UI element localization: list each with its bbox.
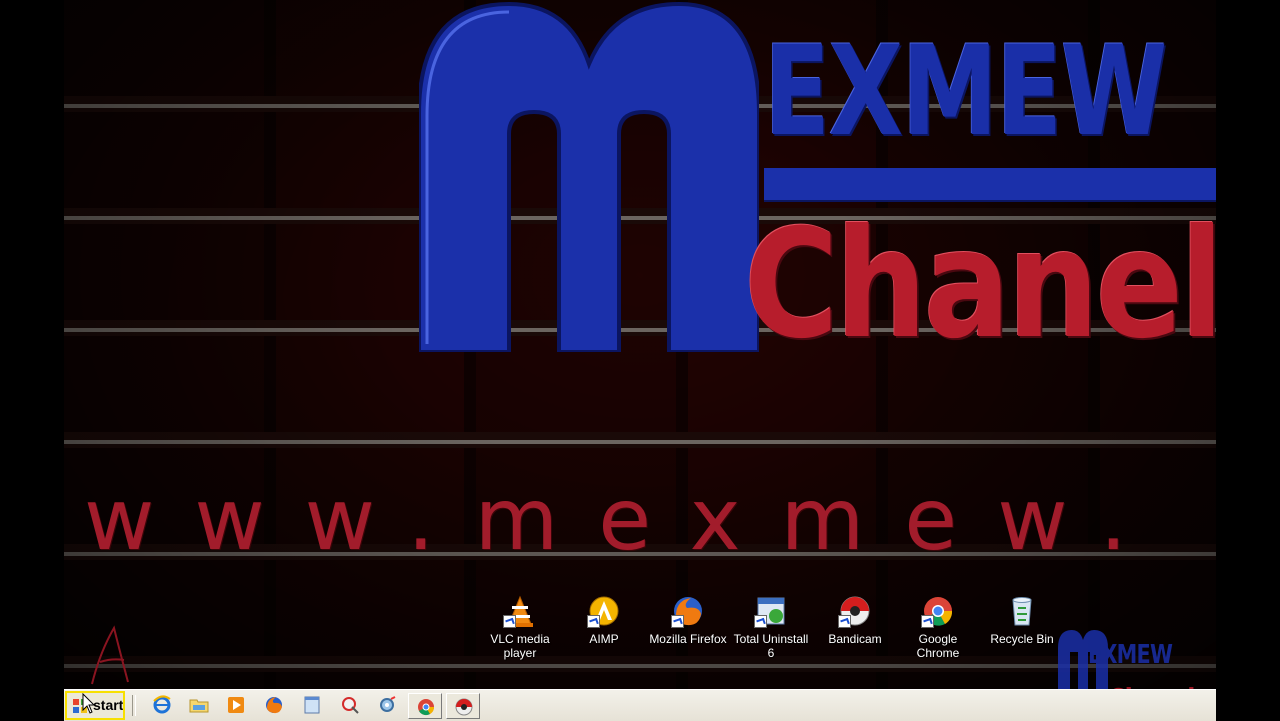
gear-icon: [380, 696, 396, 712]
logo-chanel-text: Chanel: [744, 198, 1216, 372]
recycle-bin-icon: [1005, 594, 1039, 628]
desktop-icon-firefox[interactable]: Mozilla Firefox: [648, 592, 728, 646]
logo-url-text: www.mexmew.: [84, 470, 1167, 570]
quicklaunch-media[interactable]: [226, 695, 248, 717]
logo-bar: [764, 168, 1216, 202]
desktop-icon-vlc[interactable]: VLC media player: [480, 592, 560, 660]
start-label: start: [93, 697, 124, 713]
desktop-icon-chrome[interactable]: Google Chrome: [898, 592, 978, 660]
quicklaunch-firefox[interactable]: [264, 695, 286, 717]
vlc-icon: [503, 594, 537, 628]
paint-icon: [342, 697, 359, 714]
desktop-icon-label: VLC media player: [490, 632, 550, 660]
task-button-chrome[interactable]: [408, 693, 442, 719]
folder-icon: [189, 699, 209, 713]
taskbar-separator: [132, 695, 136, 716]
desktop-icon-label: Mozilla Firefox: [649, 632, 727, 646]
desktop-icon-label: Recycle Bin: [990, 632, 1054, 646]
aimp-icon: [587, 594, 621, 628]
desktop-icon-aimp[interactable]: AIMP: [564, 592, 644, 646]
ie-icon: [153, 695, 171, 714]
desktop-icon-recycle-bin[interactable]: Recycle Bin: [982, 592, 1062, 646]
desktop-icon-label: Bandicam: [828, 632, 882, 646]
firefox-icon: [266, 697, 282, 714]
desktop-wallpaper: EXMEW Chanel www.mexmew. VLC media playe…: [64, 0, 1216, 689]
task-button-bandicam[interactable]: [446, 693, 480, 719]
quicklaunch-gear[interactable]: [377, 695, 399, 717]
quicklaunch-folder[interactable]: [189, 695, 211, 717]
desktop-icon-label: Total Uninstall 6: [733, 632, 809, 660]
window-icon: [304, 696, 320, 714]
desktop-icon-bandicam[interactable]: Bandicam: [815, 592, 895, 646]
logo-exmew-text: EXMEW: [764, 20, 1167, 164]
total-uninstall-icon: [754, 594, 788, 628]
watermark-logo: EXMEW Chanel: [1058, 628, 1218, 718]
quicklaunch-window[interactable]: [302, 695, 324, 717]
taskbar: start: [64, 689, 1216, 721]
bandicam-icon: [455, 698, 473, 716]
chrome-icon: [418, 699, 435, 716]
handwritten-mark: [91, 625, 129, 685]
media-icon: [228, 697, 244, 713]
chrome-icon: [921, 594, 955, 628]
desktop-icons: VLC media player AIMP Mozilla Firefox To…: [64, 592, 1216, 672]
desktop-icon-total-uninstall[interactable]: Total Uninstall 6: [731, 592, 811, 660]
quicklaunch-ie[interactable]: [152, 695, 174, 717]
quicklaunch-paint[interactable]: [340, 695, 362, 717]
logo-m-letter: [419, 1, 759, 352]
watermark-exmew-text: EXMEW: [1088, 640, 1173, 670]
firefox-icon: [671, 594, 705, 628]
bandicam-icon: [838, 594, 872, 628]
desktop-icon-label: Google Chrome: [916, 632, 960, 660]
mouse-cursor-icon: [82, 693, 96, 714]
desktop-icon-label: AIMP: [589, 632, 619, 646]
